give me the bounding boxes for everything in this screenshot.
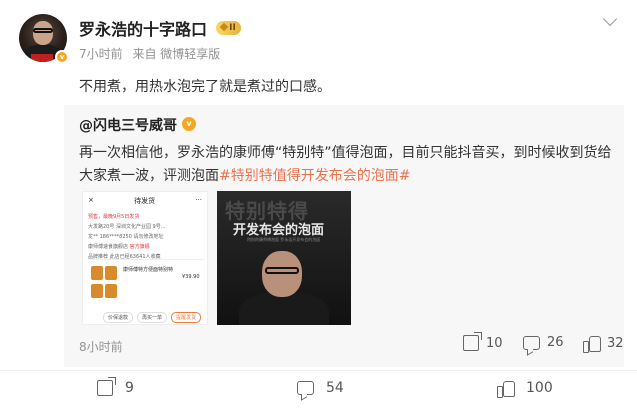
like-icon — [583, 335, 601, 353]
comment-button[interactable]: 54 — [297, 380, 344, 396]
buy-again-button: 再买一单 — [137, 312, 168, 323]
shop-name: 康师傅速食旗舰店 — [88, 244, 129, 250]
share-count: 9 — [125, 380, 134, 396]
like-count: 100 — [526, 380, 553, 396]
repost-comment-button[interactable]: 26 — [523, 335, 564, 350]
bowl-image — [91, 284, 103, 298]
repost-text: 再一次相信他，罗永浩的康师傅“特别特”值得泡面，目前只能抖音买，到时候收到货给大… — [79, 142, 614, 188]
more-icon: ··· — [195, 196, 202, 204]
order-address: 大发路20号 深圳文化产业园 9号... — [88, 224, 166, 230]
repost-image-poster[interactable]: 特别特得 开发布会的泡面 特别的康师傅泡面 罗永浩开发布会的泡面 — [217, 191, 351, 325]
bowl-image — [105, 284, 117, 298]
repost-verified-badge-icon: v — [182, 117, 196, 131]
hashtag-link[interactable]: #特别特值得开发布会的泡面# — [219, 168, 410, 184]
post-source: 来自 微博轻享版 — [132, 47, 221, 61]
poster-tiny-text: 特别的康师傅泡面 罗永浩开发布会的泡面 — [247, 237, 321, 242]
shop-tag: 官方旗舰 — [129, 244, 150, 250]
order-phone: 龙** 186****8250 请勿修改地址 — [88, 234, 164, 240]
avatar-glasses — [33, 28, 53, 33]
repost-time[interactable]: 8小时前 — [79, 338, 123, 355]
bowl-image — [105, 266, 117, 280]
divider — [0, 370, 637, 371]
order-buttons: 价保退款 再买一单 提醒发货 — [103, 312, 202, 323]
close-icon: × — [88, 196, 94, 204]
level-badge-text: II — [229, 23, 236, 33]
repost-share-count: 10 — [486, 335, 503, 351]
order-title: 待发货 — [134, 197, 156, 205]
like-button[interactable]: 100 — [497, 380, 553, 398]
repost-image-order[interactable]: × 待发货 ··· 预售，最晚9月5日发货 大发路20号 深圳文化产业园 9号.… — [82, 191, 208, 325]
share-button[interactable]: 9 — [97, 377, 134, 396]
bowl-image — [91, 266, 103, 280]
refund-button: 价保退款 — [103, 312, 134, 323]
comment-icon — [297, 381, 314, 395]
poster-subtitle: 开发布会的泡面 — [233, 223, 325, 238]
like-icon — [497, 380, 515, 398]
post-meta: 7小时前 来自 微博轻享版 — [79, 45, 226, 62]
post-time[interactable]: 7小时前 — [79, 47, 123, 61]
repost-card[interactable]: @闪电三号威哥 v 再一次相信他，罗永浩的康师傅“特别特”值得泡面，目前只能抖音… — [64, 105, 624, 367]
remind-button: 提醒发货 — [171, 312, 202, 323]
post-text: 不用煮，用热水泡完了就是煮过的口感。 — [79, 79, 331, 95]
order-shop: 康师傅速食旗舰店 官方旗舰 — [88, 243, 202, 250]
comment-count: 54 — [326, 380, 344, 396]
author-name[interactable]: 罗永浩的十字路口 — [79, 16, 207, 40]
product-name: 康师傅特方便面特别特 — [123, 267, 174, 273]
avatar-face — [33, 21, 53, 45]
repost-share-button[interactable]: 10 — [463, 332, 503, 351]
repost-comment-count: 26 — [547, 335, 564, 350]
repost-like-count: 32 — [607, 335, 624, 351]
repost-user[interactable]: @闪电三号威哥 — [79, 115, 177, 135]
repost-like-button[interactable]: 32 — [583, 335, 624, 353]
comment-icon — [523, 335, 540, 350]
verified-badge-icon: v — [55, 50, 69, 64]
gem-icon — [219, 22, 229, 32]
order-header: × 待发货 ··· — [83, 192, 207, 210]
order-presale: 预售，最晚9月5日发货 — [88, 214, 140, 220]
share-icon — [97, 377, 116, 396]
poster-person-head — [262, 251, 302, 297]
product-price: ¥39.90 — [182, 274, 200, 280]
avatar-tag — [31, 54, 53, 62]
share-icon — [463, 332, 482, 351]
order-product: 康师傅特方便面特别特 ¥39.90 — [87, 259, 205, 307]
level-badge[interactable]: II — [216, 21, 241, 35]
poster-person-glasses — [265, 267, 299, 274]
chevron-down-icon[interactable] — [602, 11, 618, 27]
